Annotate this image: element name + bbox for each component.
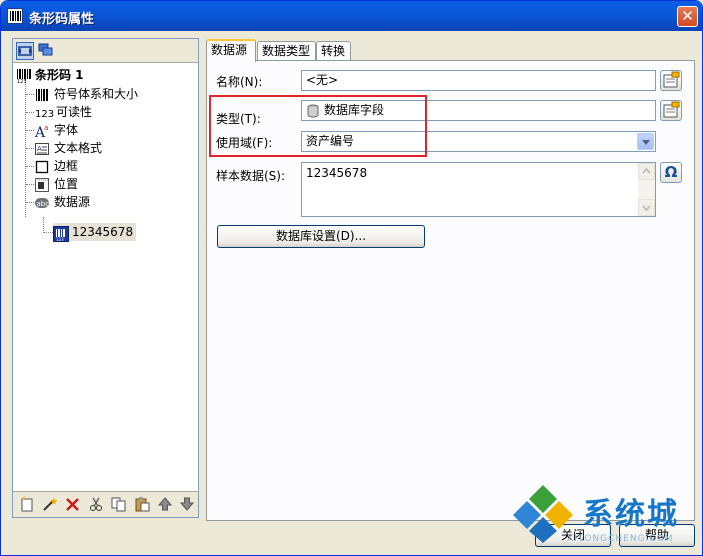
highlight-annotation-box <box>209 95 427 157</box>
tab-data-type[interactable]: 数据类型 <box>257 41 316 61</box>
barcode-data-icon: 123 <box>53 225 69 242</box>
edit-properties-icon <box>663 71 680 88</box>
delete-x-icon <box>66 498 79 511</box>
arrow-up-icon <box>157 497 173 511</box>
tree-item-border[interactable]: 边框 <box>35 157 78 175</box>
readable-123-icon: 123 <box>35 108 55 120</box>
copy-button[interactable] <box>110 496 128 514</box>
close-window-button[interactable]: ✕ <box>677 6 698 27</box>
barcode-app-icon <box>7 8 23 24</box>
property-tree-panel: 123 条形码 1 符号体系和大小 123 可读性 Aa 字体 A 文本格式 边… <box>12 38 199 518</box>
chevron-down-icon[interactable] <box>637 133 654 150</box>
tree-item-label: 边框 <box>54 159 79 173</box>
expand-view-button[interactable] <box>16 42 34 60</box>
font-icon: Aa <box>34 124 51 141</box>
scroll-down-button[interactable] <box>638 199 655 216</box>
tree-root-label: 条形码 1 <box>35 68 84 82</box>
name-field[interactable]: <无> <box>301 70 656 91</box>
svg-text:123: 123 <box>56 237 64 242</box>
copy-icon <box>111 497 126 512</box>
database-settings-button[interactable]: 数据库设置(D)... <box>217 225 425 248</box>
edit-properties-icon <box>663 101 680 118</box>
arrow-down-icon <box>179 497 195 511</box>
tree-child-label: 12345678 <box>72 225 134 239</box>
stack-view-button[interactable] <box>38 42 56 60</box>
svg-text:abc: abc <box>37 200 50 208</box>
cut-button[interactable] <box>87 496 105 514</box>
watermark-logo: 系统城 XITONGCHENG.COM <box>511 481 701 551</box>
tree-root-barcode[interactable]: 123 条形码 1 <box>16 66 84 85</box>
name-label: 名称(N): <box>216 75 263 89</box>
scroll-up-icon <box>642 167 651 174</box>
new-item-button[interactable] <box>18 496 36 514</box>
sample-data-value: 12345678 <box>306 166 368 180</box>
wizard-button[interactable] <box>41 496 59 514</box>
tree-toolbar <box>13 39 198 63</box>
name-edit-button[interactable] <box>660 70 682 91</box>
tree-item-data-source[interactable]: abc 数据源 <box>35 193 90 211</box>
tree-item-label: 文本格式 <box>54 141 103 155</box>
tree-item-font[interactable]: Aa 字体 <box>34 121 79 141</box>
text-format-icon: A <box>35 142 51 156</box>
tree-action-toolbar <box>13 491 198 517</box>
type-edit-button[interactable] <box>660 100 682 121</box>
tree-item-sample-data[interactable]: 123 12345678 <box>53 223 137 242</box>
dialog-window: 条形码属性 ✕ 123 条形码 1 符号体系和大小 123 可读性 A a 字体… <box>0 0 703 556</box>
window-title: 条形码属性 <box>29 12 95 27</box>
expand-icon <box>18 46 32 56</box>
paste-button[interactable] <box>133 496 151 514</box>
tree-item-label: 数据源 <box>54 195 91 209</box>
tree-item-label: 位置 <box>54 177 79 191</box>
title-bar[interactable]: 条形码属性 ✕ <box>1 1 702 31</box>
tree-item-position[interactable]: 位置 <box>35 175 78 193</box>
close-icon: ✕ <box>681 7 694 25</box>
tree-item-symbology[interactable]: 符号体系和大小 <box>35 85 138 103</box>
barcode-symbology-icon <box>35 88 51 102</box>
tree-item-label: 符号体系和大小 <box>54 87 139 101</box>
sample-label: 样本数据(S): <box>216 169 286 183</box>
delete-button[interactable] <box>64 496 82 514</box>
tree-item-text-format[interactable]: A 文本格式 <box>35 139 102 157</box>
tab-convert[interactable]: 转换 <box>316 41 351 61</box>
watermark-subtext: XITONGCHENG.COM <box>567 534 674 544</box>
border-icon <box>35 160 51 174</box>
omega-icon: Ω <box>664 163 678 181</box>
move-up-button[interactable] <box>156 496 174 514</box>
scroll-down-icon <box>642 205 651 212</box>
barcode-icon: 123 <box>16 68 32 85</box>
svg-text:a: a <box>44 124 48 132</box>
sample-scrollbar[interactable] <box>638 163 655 216</box>
move-down-button[interactable] <box>178 496 196 514</box>
magic-wand-icon <box>43 497 58 511</box>
tree-item-label: 字体 <box>54 123 79 137</box>
scissors-icon <box>90 497 102 511</box>
special-char-button[interactable]: Ω <box>660 162 682 183</box>
sample-data-textarea[interactable]: 12345678 <box>301 162 656 217</box>
watermark-diamond-icon <box>513 485 573 543</box>
tab-data-source[interactable]: 数据源 <box>206 39 256 62</box>
tree-item-label: 可读性 <box>56 105 93 119</box>
stack-icon <box>38 43 53 56</box>
new-document-icon <box>21 496 33 512</box>
paste-icon <box>135 497 150 512</box>
svg-text:123: 123 <box>17 79 27 83</box>
watermark-text: 系统城 <box>583 497 679 532</box>
position-icon <box>35 177 51 192</box>
scroll-up-button[interactable] <box>638 163 655 180</box>
svg-text:A: A <box>37 145 42 153</box>
data-source-icon: abc <box>35 196 51 210</box>
tree-item-readability[interactable]: 123 可读性 <box>35 103 92 121</box>
